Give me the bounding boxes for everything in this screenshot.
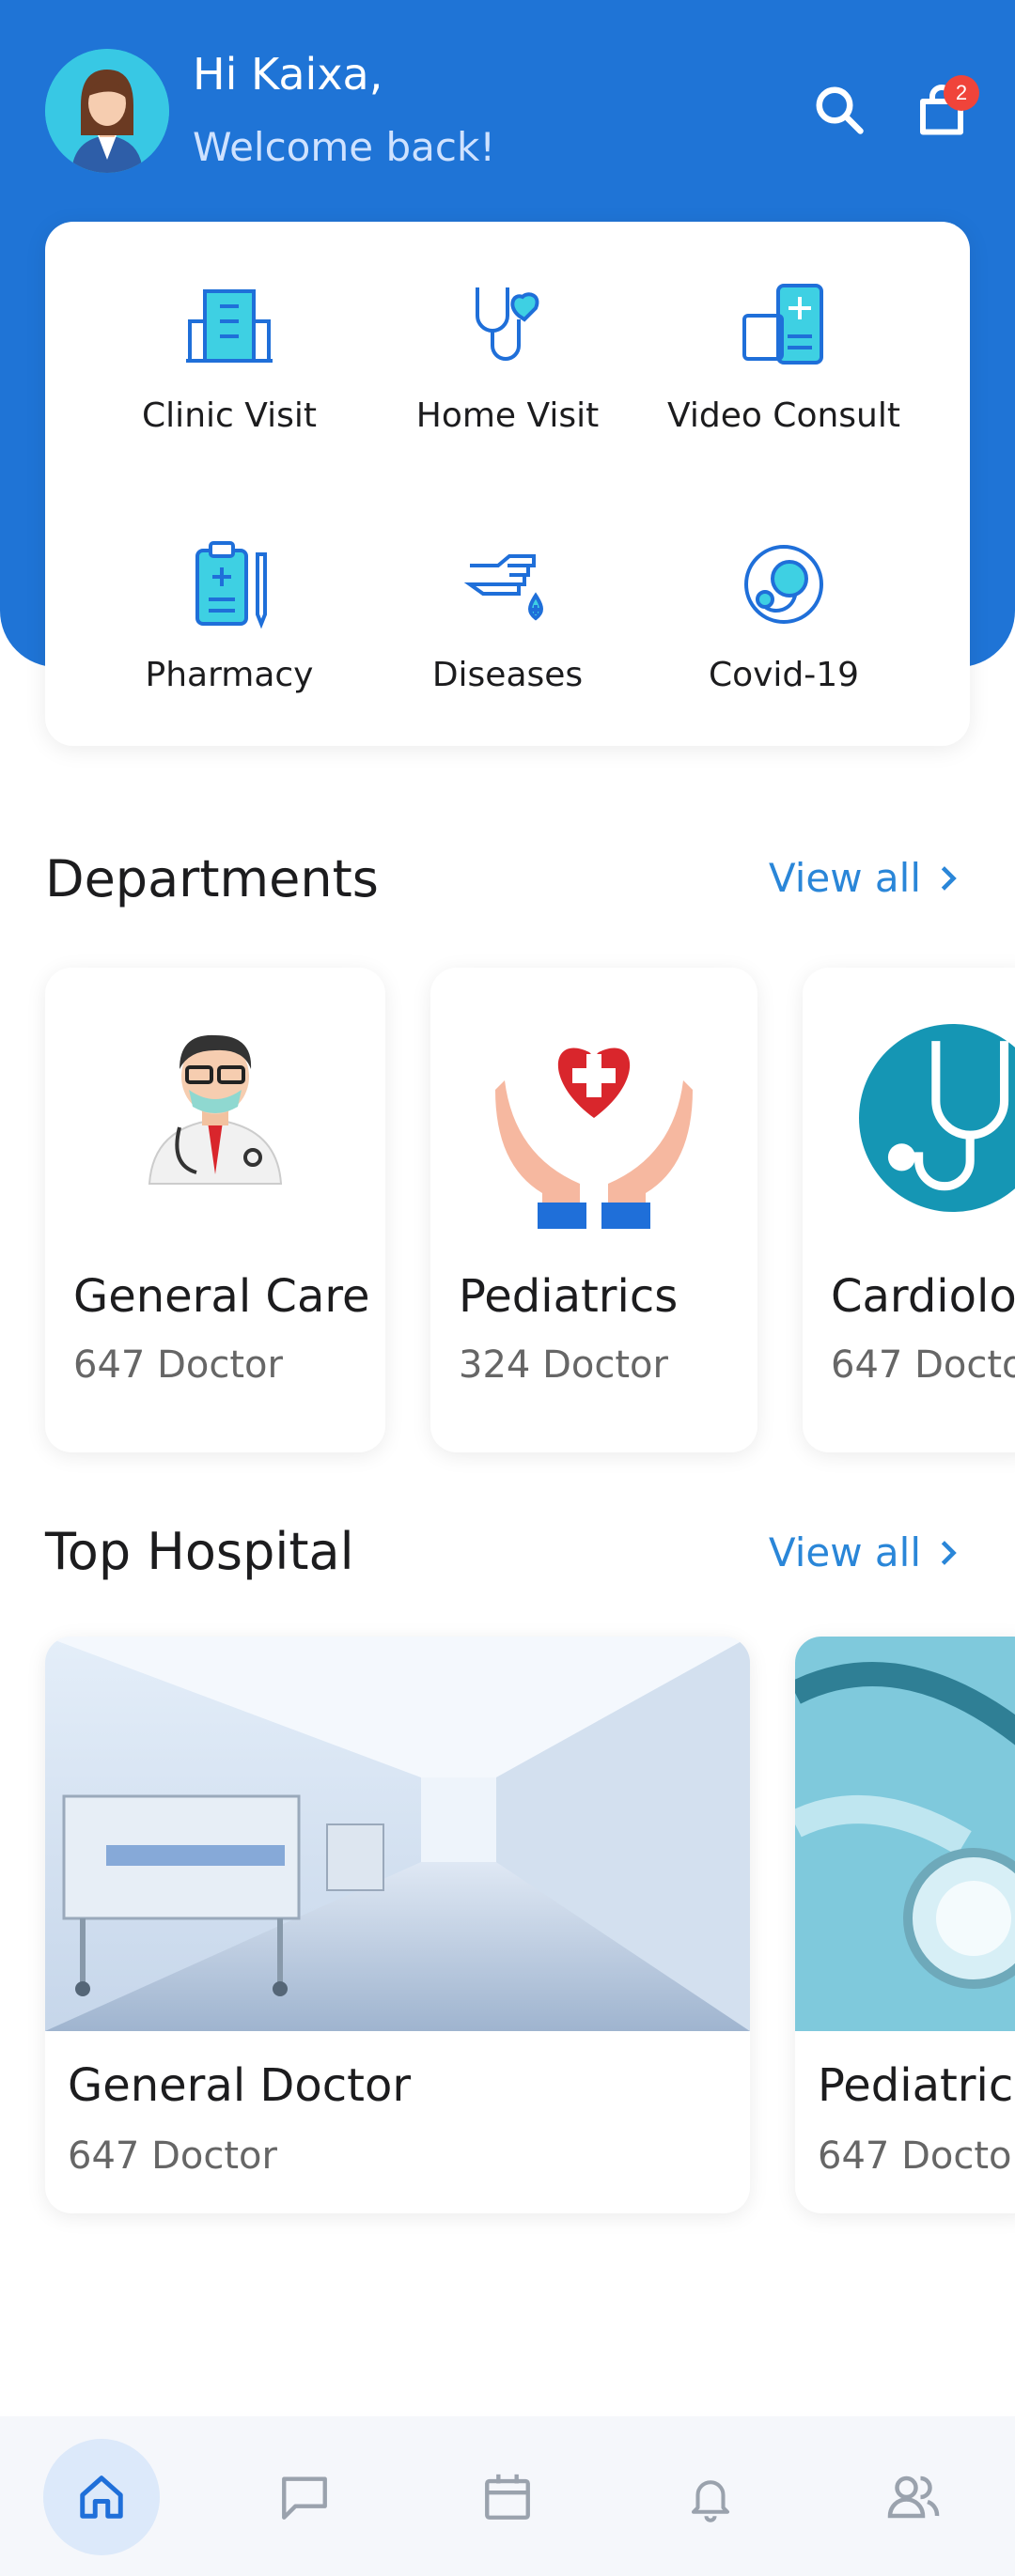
departments-title: Departments (45, 849, 379, 908)
video-consult-icon (737, 278, 831, 372)
service-video-consult[interactable]: Video Consult (643, 278, 925, 435)
hospital-doctor-count: 647 Docto (818, 2134, 1012, 2178)
service-diseases[interactable]: Diseases (367, 537, 648, 694)
stethoscope-image (795, 1637, 1015, 2031)
nav-home[interactable] (43, 2439, 160, 2555)
departments-view-all[interactable]: View all (769, 855, 959, 901)
chevron-right-icon (941, 865, 957, 891)
cart-button[interactable]: 2 (904, 73, 979, 148)
nav-messages[interactable] (246, 2439, 363, 2555)
nav-calendar[interactable] (449, 2439, 566, 2555)
top-hospital-title: Top Hospital (45, 1522, 354, 1581)
view-all-label: View all (768, 1529, 921, 1575)
hospital-doctor-count: 647 Doctor (68, 2134, 277, 2178)
avatar[interactable] (45, 49, 169, 173)
department-name: General Care (73, 1270, 370, 1323)
clinic-icon (182, 278, 276, 372)
department-card[interactable]: Cardiolog 647 Docto (803, 968, 1015, 1452)
services-card: Clinic Visit Home Visit Video Consult Ph… (45, 222, 970, 746)
service-label: Diseases (431, 656, 584, 694)
hospital-card[interactable]: General Doctor 647 Doctor (45, 1637, 750, 2213)
clipboard-icon (182, 537, 276, 631)
nav-profile[interactable] (855, 2439, 972, 2555)
department-card[interactable]: General Care 647 Doctor (45, 968, 385, 1452)
calendar-icon (485, 2474, 530, 2520)
service-pharmacy[interactable]: Pharmacy (88, 537, 370, 694)
service-home-visit[interactable]: Home Visit (367, 278, 648, 435)
service-label: Home Visit (415, 396, 600, 435)
hospital-name: General Doctor (68, 2059, 412, 2112)
stethoscope-heart-icon (461, 278, 554, 372)
department-name: Pediatrics (459, 1270, 679, 1323)
service-clinic-visit[interactable]: Clinic Visit (88, 278, 370, 435)
bell-icon (691, 2480, 730, 2522)
chevron-right-icon (941, 1540, 957, 1565)
search-icon[interactable] (806, 77, 872, 143)
stethoscope-icon (803, 1015, 1015, 1240)
department-doctor-count: 647 Docto (831, 1343, 1015, 1387)
department-doctor-count: 324 Doctor (459, 1343, 668, 1387)
hospital-name: Pediatrics (818, 2059, 1015, 2112)
home-icon (80, 2475, 123, 2519)
hand-drop-icon (461, 537, 554, 631)
users-icon (887, 2475, 940, 2519)
welcome-subtitle: Welcome back! (193, 124, 496, 170)
view-all-label: View all (768, 855, 921, 901)
service-label: Covid-19 (708, 656, 860, 694)
department-doctor-count: 647 Doctor (73, 1343, 283, 1387)
virus-icon (737, 537, 831, 631)
department-name: Cardiolog (831, 1270, 1015, 1323)
service-label: Pharmacy (145, 656, 314, 694)
service-covid-19[interactable]: Covid-19 (643, 537, 925, 694)
heart-hands-icon (430, 1015, 757, 1240)
chat-icon (282, 2476, 327, 2520)
service-label: Video Consult (667, 396, 900, 435)
nav-notifications[interactable] (652, 2439, 769, 2555)
hospital-corridor-image (45, 1637, 750, 2031)
department-card[interactable]: Pediatrics 324 Doctor (430, 968, 757, 1452)
service-label: Clinic Visit (142, 396, 317, 435)
doctor-icon (45, 1015, 385, 1240)
cart-badge: 2 (944, 75, 979, 111)
hospitals-view-all[interactable]: View all (769, 1529, 959, 1575)
greeting: Hi Kaixa, (193, 49, 383, 100)
hospital-card[interactable]: Pediatrics 647 Docto (795, 1637, 1015, 2213)
bottom-nav (0, 2416, 1015, 2576)
